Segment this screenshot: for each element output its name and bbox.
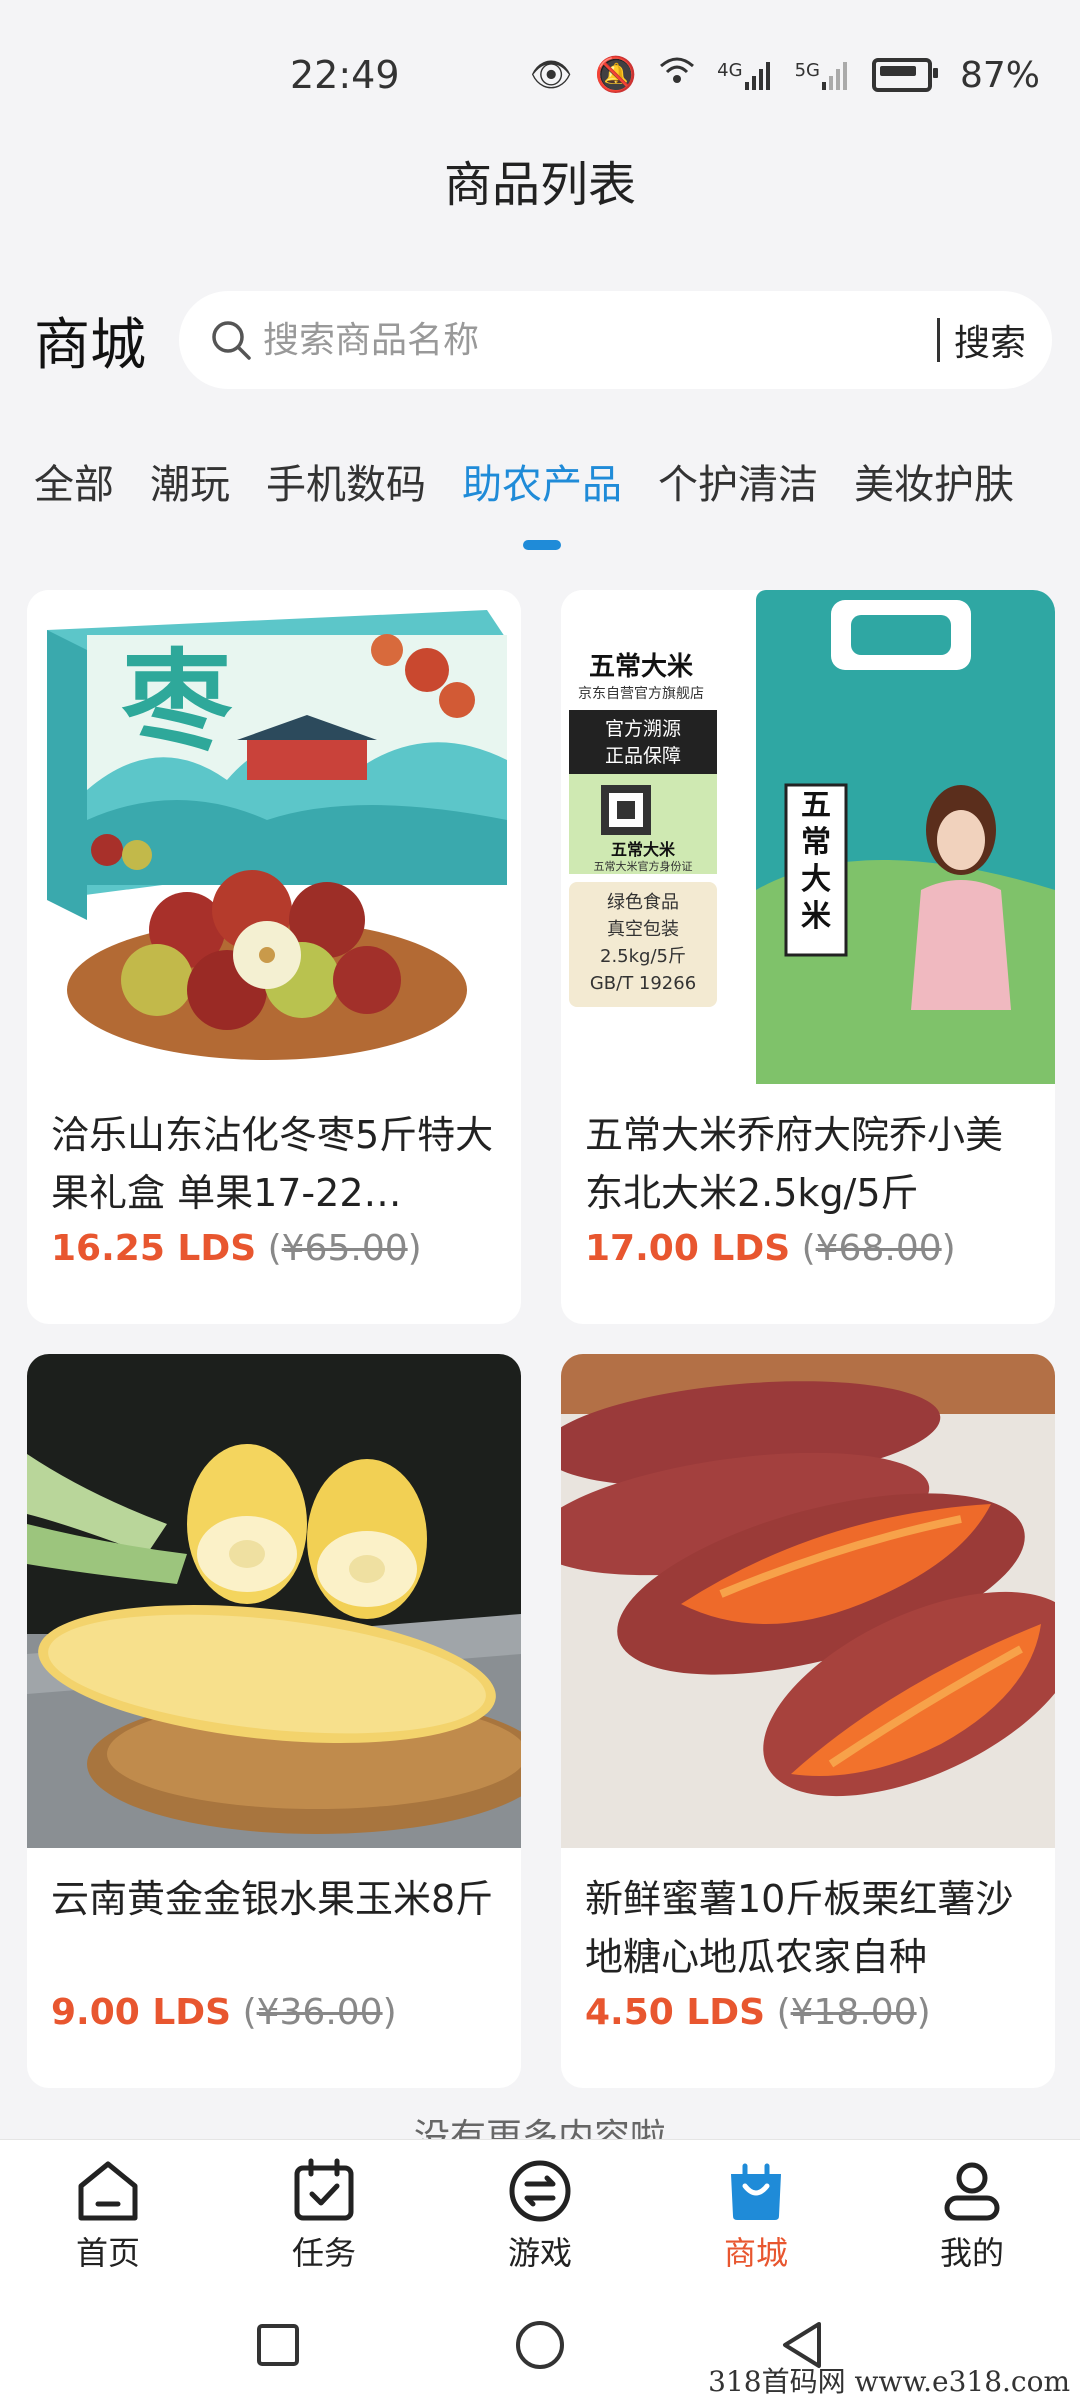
product-name: 新鲜蜜薯10斤板栗红薯沙地糖心地瓜农家自种 bbox=[585, 1877, 1014, 1979]
search-box[interactable]: 搜索 bbox=[179, 291, 1052, 389]
tab-all[interactable]: 全部 bbox=[34, 420, 114, 552]
rice-store: 京东自营官方旗舰店 bbox=[578, 686, 704, 702]
product-name: 云南黄金金银水果玉米8斤 bbox=[51, 1877, 494, 1921]
rice-brand: 五常大米 bbox=[589, 652, 693, 682]
product-card[interactable]: 五 常 大 米 五常大米 京东自营官方旗舰店 官方溯源 正品保障 五常大米 五常… bbox=[561, 590, 1055, 1324]
product-card[interactable]: 枣 洽乐山东沾化冬枣5斤特大果礼盒 单果17-22… 16.25 LDS (¥6… bbox=[27, 590, 521, 1324]
tab-digital[interactable]: 手机数码 bbox=[266, 420, 426, 552]
search-input[interactable] bbox=[261, 318, 923, 362]
product-price: 17.00 LDS bbox=[585, 1228, 791, 1269]
task-calendar-icon bbox=[294, 2158, 354, 2221]
tab-tasks[interactable]: 任务 bbox=[224, 2156, 424, 2274]
product-name: 五常大米乔府大院乔小美东北大米2.5kg/5斤 bbox=[585, 1113, 1004, 1215]
rice-spec-3: 2.5kg/5斤 bbox=[600, 946, 686, 967]
product-image-rice: 五 常 大 米 五常大米 京东自营官方旗舰店 官方溯源 正品保障 五常大米 五常… bbox=[561, 590, 1055, 1084]
product-grid: 枣 洽乐山东沾化冬枣5斤特大果礼盒 单果17-22… 16.25 LDS (¥6… bbox=[27, 590, 1055, 2088]
category-tabs: 全部 潮玩 手机数码 助农产品 个护清洁 美妆护肤 bbox=[0, 420, 1080, 540]
status-bar: 22:49 👁 🔕 4G 5G 87% bbox=[0, 0, 1080, 150]
home-circle-icon[interactable] bbox=[513, 2318, 567, 2372]
tab-mall[interactable]: 商城 bbox=[656, 2156, 856, 2274]
bag-title-1: 五 bbox=[801, 788, 831, 823]
profile-icon bbox=[944, 2162, 1000, 2221]
original-price: (¥36.00) bbox=[242, 1992, 397, 2033]
rice-spec-2: 真空包装 bbox=[607, 919, 679, 940]
watermark: 318首码网 www.e318.com bbox=[708, 2365, 1070, 2398]
rice-spec-1: 绿色食品 bbox=[607, 892, 679, 913]
search-icon bbox=[212, 321, 251, 360]
product-name: 洽乐山东沾化冬枣5斤特大果礼盒 单果17-22… bbox=[51, 1113, 494, 1215]
tab-mall-label: 商城 bbox=[723, 2234, 788, 2272]
shop-label: 商城 bbox=[34, 312, 146, 378]
product-image-corn bbox=[27, 1354, 521, 1848]
product-price: 4.50 LDS bbox=[585, 1992, 766, 2033]
home-icon bbox=[78, 2161, 138, 2221]
price-row: 17.00 LDS (¥68.00) bbox=[585, 1228, 1031, 1269]
product-card[interactable]: 云南黄金金银水果玉米8斤 9.00 LDS (¥36.00) bbox=[27, 1354, 521, 2088]
tab-mine-label: 我的 bbox=[939, 2234, 1004, 2272]
rice-badge-1: 官方溯源 bbox=[605, 718, 681, 740]
recent-apps-icon[interactable] bbox=[253, 2320, 303, 2370]
product-image-jujube: 枣 bbox=[27, 590, 521, 1084]
search-row: 商城 搜索 bbox=[0, 285, 1080, 395]
tab-games[interactable]: 游戏 bbox=[440, 2156, 640, 2274]
original-price-value: ¥68.00 bbox=[815, 1228, 942, 1269]
rice-id-text: 五常大米官方身份证 bbox=[594, 859, 693, 873]
wifi-icon bbox=[659, 55, 695, 95]
bag-title-3: 大 bbox=[801, 862, 831, 897]
status-time: 22:49 bbox=[290, 53, 400, 97]
tab-home-label: 首页 bbox=[75, 2234, 140, 2272]
network-label-2: 5G bbox=[794, 60, 820, 81]
battery-icon bbox=[871, 58, 938, 92]
bag-title-4: 米 bbox=[801, 899, 831, 934]
original-price-value: ¥36.00 bbox=[256, 1992, 383, 2033]
product-image-sweet-potato bbox=[561, 1354, 1055, 1848]
bag-title-2: 常 bbox=[801, 825, 831, 860]
box-character: 枣 bbox=[121, 637, 233, 766]
eye-icon: 👁 bbox=[529, 55, 573, 95]
battery-percent: 87% bbox=[959, 54, 1040, 96]
tab-personal-care[interactable]: 个护清洁 bbox=[658, 420, 818, 552]
original-price-value: ¥18.00 bbox=[790, 1992, 917, 2033]
mute-bell-icon: 🔕 bbox=[594, 55, 638, 95]
status-icons: 👁 🔕 4G 5G 87% bbox=[530, 55, 1040, 96]
tab-tasks-label: 任务 bbox=[291, 2234, 356, 2272]
rice-id-brand: 五常大米 bbox=[611, 840, 676, 859]
search-divider bbox=[936, 318, 940, 362]
tab-trendy-toys[interactable]: 潮玩 bbox=[150, 420, 230, 552]
rice-badge-2: 正品保障 bbox=[605, 745, 681, 767]
tab-mine[interactable]: 我的 bbox=[872, 2156, 1072, 2274]
tab-games-label: 游戏 bbox=[507, 2234, 572, 2272]
original-price: (¥18.00) bbox=[776, 1992, 931, 2033]
rice-spec-4: GB/T 19266 bbox=[590, 973, 696, 994]
original-price: (¥65.00) bbox=[267, 1228, 422, 1269]
product-price: 9.00 LDS bbox=[51, 1992, 232, 2033]
original-price: (¥68.00) bbox=[801, 1228, 956, 1269]
shopping-bag-icon bbox=[731, 2163, 781, 2220]
game-exchange-icon bbox=[509, 2160, 571, 2222]
tab-agri-products[interactable]: 助农产品 bbox=[462, 420, 622, 552]
tab-beauty[interactable]: 美妆护肤 bbox=[854, 420, 1014, 552]
network-label-1: 4G bbox=[717, 60, 743, 81]
signal-5g-icon: 5G bbox=[795, 60, 850, 90]
search-button[interactable]: 搜索 bbox=[954, 314, 1026, 366]
signal-4g-icon: 4G bbox=[717, 60, 772, 90]
price-row: 4.50 LDS (¥18.00) bbox=[585, 1992, 1031, 2033]
price-row: 9.00 LDS (¥36.00) bbox=[51, 1992, 497, 2033]
product-price: 16.25 LDS bbox=[51, 1228, 257, 1269]
tab-home[interactable]: 首页 bbox=[8, 2156, 208, 2274]
price-row: 16.25 LDS (¥65.00) bbox=[51, 1228, 497, 1269]
product-card[interactable]: 新鲜蜜薯10斤板栗红薯沙地糖心地瓜农家自种 4.50 LDS (¥18.00) bbox=[561, 1354, 1055, 2088]
page-title: 商品列表 bbox=[443, 157, 636, 213]
bottom-tab-bar: 首页 任务 游戏 商城 我的 bbox=[0, 2140, 1080, 2290]
original-price-value: ¥65.00 bbox=[281, 1228, 408, 1269]
